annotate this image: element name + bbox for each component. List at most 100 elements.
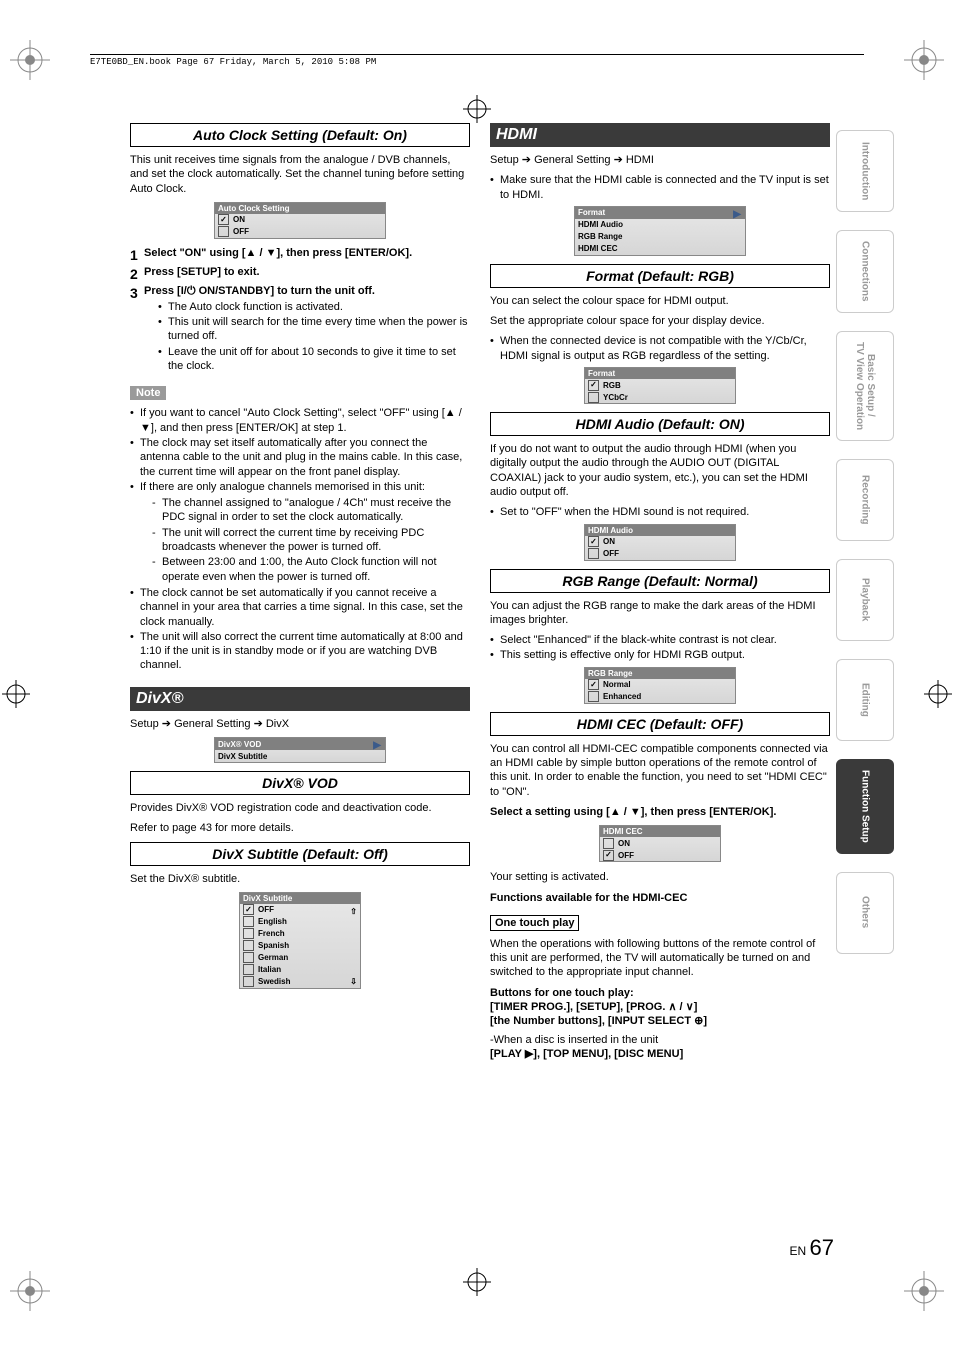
buttons-line1b: ] — [694, 1001, 698, 1013]
tab-recording: Recording — [836, 459, 894, 541]
osd-option: German — [258, 953, 288, 962]
checkbox-icon — [588, 380, 599, 391]
crosshair-icon — [2, 680, 30, 708]
note-label: Note — [130, 386, 166, 400]
checkbox-icon — [243, 904, 254, 915]
checkbox-icon — [243, 976, 254, 987]
arrow-right-icon: ▶ — [373, 740, 381, 751]
osd-option: ON — [618, 839, 630, 848]
cec-func-heading: Functions available for the HDMI-CEC — [490, 892, 687, 904]
osd-option: ON — [603, 537, 615, 546]
step-number: 2 — [130, 266, 144, 282]
note-bullet: If you want to cancel "Auto Clock Settin… — [130, 406, 470, 435]
checkbox-icon — [243, 940, 254, 951]
osd-divx-subtitle: DivX Subtitle OFF⇧ English French Spanis… — [239, 892, 361, 989]
cec-activated: Your setting is activated. — [490, 870, 830, 884]
osd-title: Format — [585, 368, 735, 379]
step3-text2: ON/STANDBY] to turn the unit off. — [196, 285, 375, 297]
format-p2: Set the appropriate colour space for you… — [490, 314, 830, 328]
hdmi-intro: Make sure that the HDMI cable is connect… — [490, 173, 830, 202]
one-touch-play-box: One touch play — [490, 915, 579, 931]
osd-title: HDMI Audio — [585, 525, 735, 536]
step1-text2: ], then press [ENTER/OK]. — [276, 247, 412, 259]
format-p1: You can select the colour space for HDMI… — [490, 294, 830, 308]
checkbox-icon — [218, 226, 229, 237]
tab-others: Others — [836, 872, 894, 954]
hdmi-path: Setup ➔ General Setting ➔ HDMI — [490, 153, 830, 167]
checkbox-icon — [243, 964, 254, 975]
checkbox-icon — [603, 838, 614, 849]
cec-step-b: ], then press [ENTER/OK]. — [641, 806, 777, 818]
osd-hdmi-audio: HDMI Audio ON OFF — [584, 524, 736, 561]
osd-option: ON — [233, 215, 245, 224]
cec-step-a: Select a setting using [ — [490, 806, 610, 818]
note-dash: Between 23:00 and 1:00, the Auto Clock f… — [152, 555, 470, 584]
osd-option: Swedish — [258, 977, 290, 986]
audio-p: If you do not want to output the audio t… — [490, 442, 830, 499]
prog-up-down-icon: ∧ / ∨ — [668, 1001, 693, 1013]
arrow-right-icon: ▶ — [733, 209, 741, 220]
heading-auto-clock: Auto Clock Setting (Default: On) — [130, 123, 470, 147]
rgb-p: You can adjust the RGB range to make the… — [490, 599, 830, 628]
buttons-line2: [the Number buttons], [INPUT SELECT ⊕] — [490, 1015, 707, 1027]
osd-option: HDMI CEC — [578, 244, 618, 253]
up-down-icon: ▲ / ▼ — [610, 806, 641, 818]
step3-bullet: Leave the unit off for about 10 seconds … — [158, 345, 470, 374]
crop-mark-icon — [10, 40, 50, 80]
crosshair-icon — [924, 680, 952, 708]
step2-text: Press [SETUP] to exit. — [144, 266, 260, 278]
section-tabs: Introduction Connections Basic Setup / T… — [836, 130, 894, 954]
osd-option: Enhanced — [603, 692, 641, 701]
cec-p: You can control all HDMI-CEC compatible … — [490, 742, 830, 799]
divx-sub-p: Set the DivX® subtitle. — [130, 872, 470, 886]
osd-option: DivX® VOD — [218, 740, 261, 749]
note-dash: The channel assigned to "analogue / 4Ch"… — [152, 496, 470, 525]
disc-line: -When a disc is inserted in the unit — [490, 1033, 830, 1047]
heading-format: Format (Default: RGB) — [490, 264, 830, 288]
rgb-bullet: This setting is effective only for HDMI … — [490, 648, 830, 662]
one-touch-p: When the operations with following butto… — [490, 937, 830, 980]
crop-mark-icon — [904, 1271, 944, 1311]
checkbox-icon — [243, 952, 254, 963]
osd-option: English — [258, 917, 287, 926]
osd-option: HDMI Audio — [578, 220, 623, 229]
checkbox-icon — [588, 691, 599, 702]
tab-basic-setup: Basic Setup / TV View Operation — [836, 331, 894, 441]
heading-rgb-range: RGB Range (Default: Normal) — [490, 569, 830, 593]
checkbox-icon — [588, 679, 599, 690]
tab-editing: Editing — [836, 659, 894, 741]
note-bullet: The clock may set itself automatically a… — [130, 436, 470, 479]
osd-option: YCbCr — [603, 393, 628, 402]
osd-title: Auto Clock Setting — [215, 203, 385, 214]
osd-divx: DivX® VOD▶ DivX Subtitle — [214, 737, 386, 763]
osd-format: Format RGB YCbCr — [584, 367, 736, 404]
osd-option: OFF — [603, 549, 619, 558]
osd-rgb-range: RGB Range Normal Enhanced — [584, 667, 736, 704]
osd-option: RGB Range — [578, 232, 622, 241]
checkbox-icon — [588, 536, 599, 547]
osd-hdmi: Format ▶ HDMI Audio RGB Range HDMI CEC — [574, 206, 746, 256]
osd-option: OFF — [258, 905, 274, 914]
checkbox-icon — [243, 928, 254, 939]
book-header: E7TE0BD_EN.book Page 67 Friday, March 5,… — [90, 54, 864, 67]
checkbox-icon — [218, 214, 229, 225]
crop-mark-icon — [10, 1271, 50, 1311]
step1-text: Select "ON" using [ — [144, 247, 246, 259]
heading-hdmi: HDMI — [490, 123, 830, 147]
osd-title: RGB Range — [585, 668, 735, 679]
heading-divx-subtitle: DivX Subtitle (Default: Off) — [130, 842, 470, 866]
heading-hdmi-audio: HDMI Audio (Default: ON) — [490, 412, 830, 436]
tab-function-setup: Function Setup — [836, 759, 894, 854]
disc-buttons: [PLAY ▶], [TOP MENU], [DISC MENU] — [490, 1048, 683, 1060]
crosshair-icon — [463, 1268, 491, 1296]
auto-clock-intro: This unit receives time signals from the… — [130, 153, 470, 196]
step-number: 3 — [130, 285, 144, 377]
osd-option: Format — [578, 208, 605, 217]
format-bullet: When the connected device is not compati… — [490, 334, 830, 363]
osd-title: DivX Subtitle — [240, 893, 360, 904]
osd-title: HDMI CEC — [600, 826, 720, 837]
checkbox-icon — [588, 548, 599, 559]
osd-hdmi-cec: HDMI CEC ON OFF — [599, 825, 721, 862]
osd-option: RGB — [603, 381, 621, 390]
note-dash: The unit will correct the current time b… — [152, 526, 470, 555]
